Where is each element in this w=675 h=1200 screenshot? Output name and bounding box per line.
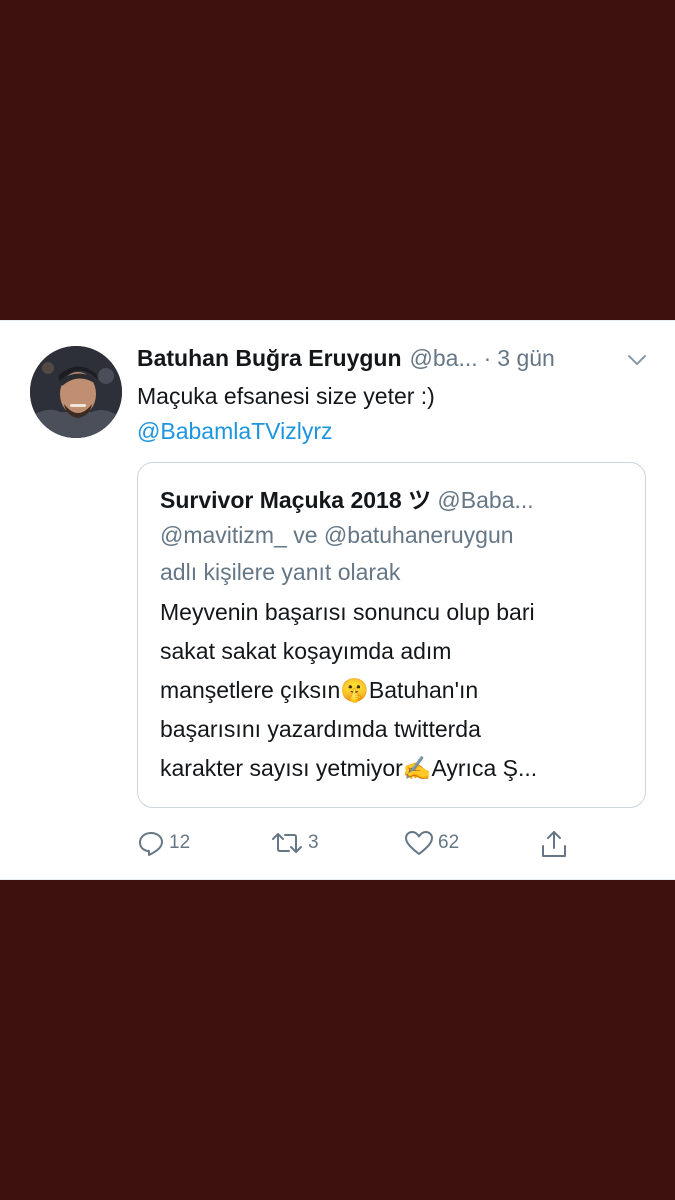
quoted-display-name: Survivor Maçuka 2018 ツ — [160, 487, 432, 513]
display-name[interactable]: Batuhan Buğra Eruygun — [137, 345, 402, 372]
quoted-tweet-header: Survivor Maçuka 2018 ツ @Baba... — [160, 481, 630, 515]
quoted-tweet[interactable]: Survivor Maçuka 2018 ツ @Baba... @mavitiz… — [137, 462, 646, 808]
timestamp[interactable]: 3 gün — [497, 345, 555, 372]
quoted-text-line: başarısını yazardımda twitterda — [160, 716, 481, 742]
heart-icon — [405, 831, 433, 855]
user-handle[interactable]: @ba... — [410, 345, 478, 372]
quoted-user-handle: @Baba... — [437, 487, 534, 513]
chevron-down-icon[interactable] — [625, 348, 649, 372]
like-count: 62 — [438, 832, 460, 853]
reply-context-line: @mavitizm_ ve @batuhaneruygun — [160, 522, 514, 548]
share-button[interactable] — [540, 829, 568, 859]
retweet-icon — [272, 833, 302, 853]
reply-context-line: adlı kişilere yanıt olarak — [160, 559, 401, 585]
avatar-photo — [30, 346, 122, 438]
quoted-text-line: sakat sakat koşayımda adım — [160, 638, 452, 664]
separator-dot: · — [483, 345, 492, 371]
reply-button[interactable]: 12 — [137, 829, 190, 857]
tweet-card[interactable]: Batuhan Buğra Eruygun @ba... · 3 gün Maç… — [0, 320, 675, 880]
tweet-actions: 12 3 62 — [0, 829, 675, 863]
share-icon — [542, 831, 566, 857]
reply-count: 12 — [169, 832, 191, 853]
like-button[interactable]: 62 — [404, 829, 459, 857]
tweet-text: Maçuka efsanesi size yeter :) @BabamlaTV… — [137, 379, 637, 449]
avatar[interactable] — [30, 346, 122, 438]
retweet-button[interactable]: 3 — [270, 829, 319, 857]
retweet-count: 3 — [308, 832, 319, 853]
quoted-text-line: Meyvenin başarısı sonuncu olup bari — [160, 599, 535, 625]
quoted-text-line: karakter sayısı yetmiyor✍️Ayrıca Ş... — [160, 755, 538, 781]
quoted-text-line: manşetlere çıksın🤫Batuhan'ın — [160, 677, 479, 703]
reply-context: @mavitizm_ ve @batuhaneruygun adlı kişil… — [160, 517, 630, 591]
tweet-text-line: Maçuka efsanesi size yeter :) — [137, 383, 435, 409]
tweet-header: Batuhan Buğra Eruygun @ba... · 3 gün — [137, 345, 657, 375]
quoted-tweet-text: Meyvenin başarısı sonuncu olup bari saka… — [160, 593, 630, 788]
mention-link[interactable]: @BabamlaTVizlyrz — [137, 414, 637, 449]
reply-icon — [139, 832, 163, 856]
